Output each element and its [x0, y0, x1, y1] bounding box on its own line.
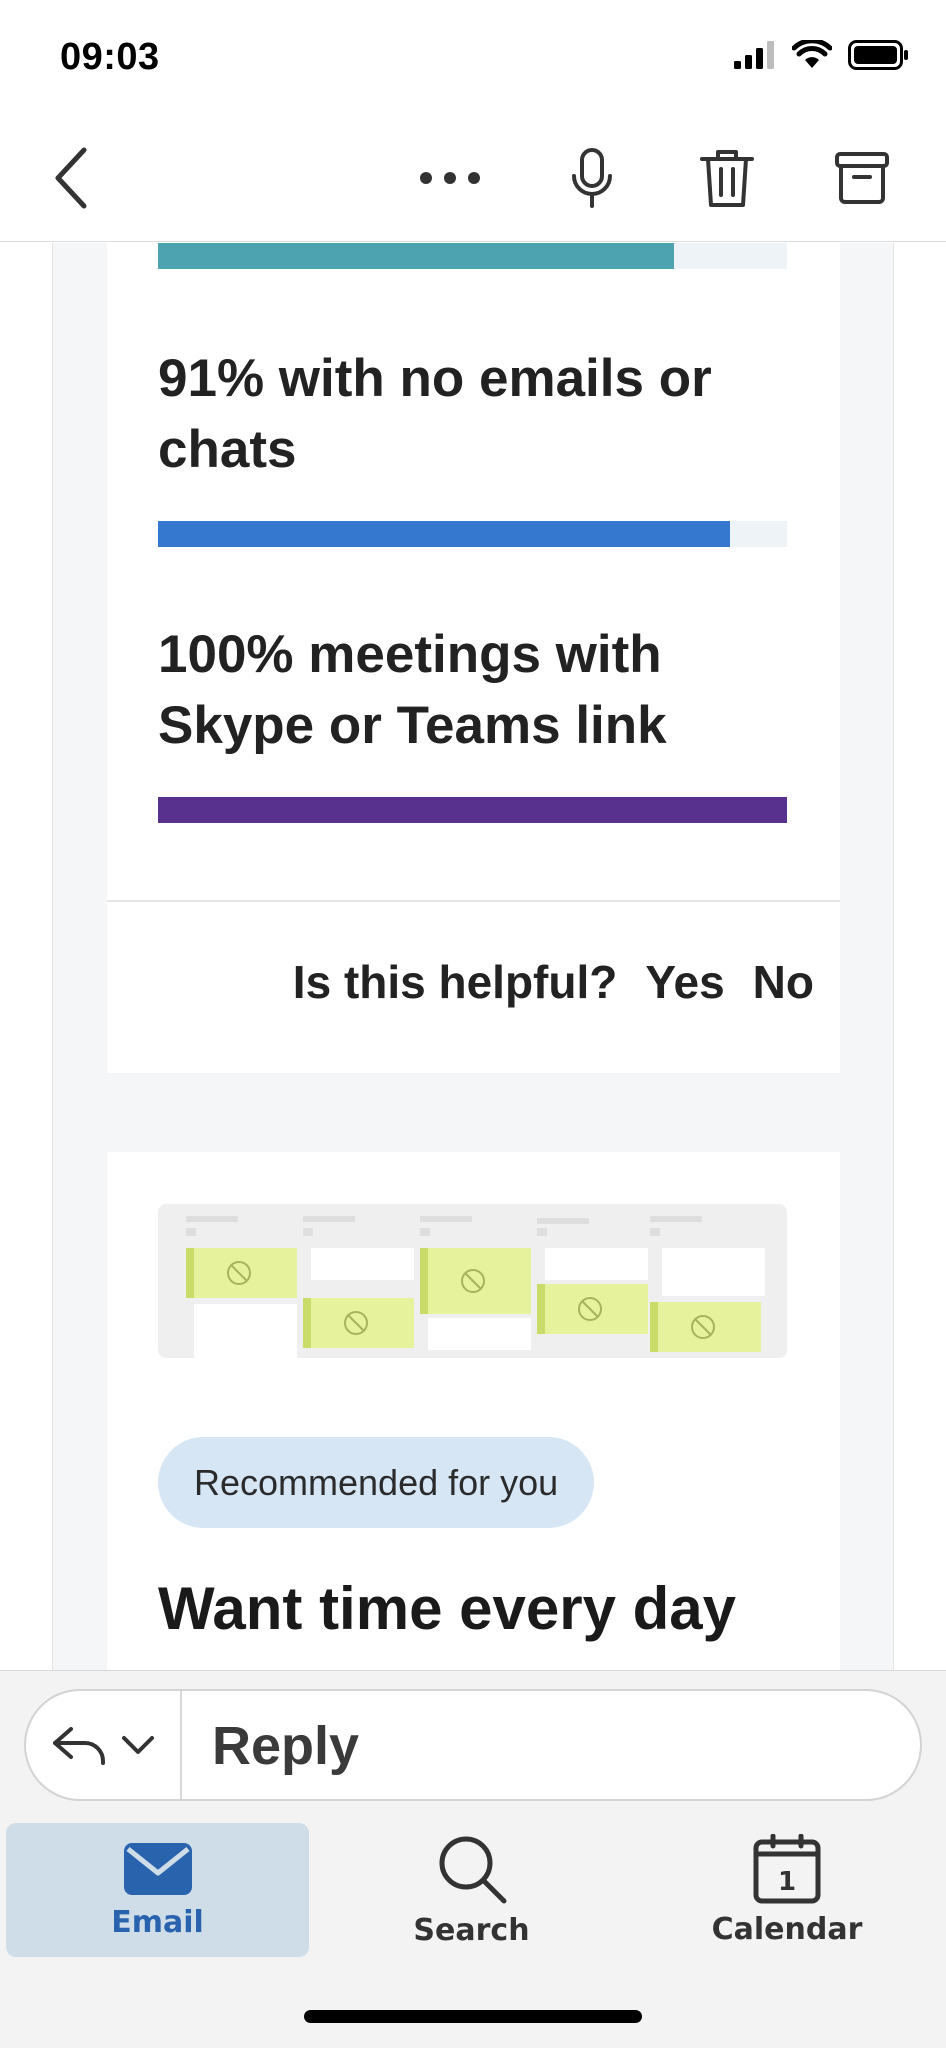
recommendation-card: Recommended for you Want time every day: [107, 1152, 840, 1670]
tab-search[interactable]: Search: [320, 1823, 623, 1957]
feedback-row: Is this helpful? Yes No: [293, 955, 814, 1009]
back-button[interactable]: [32, 138, 112, 218]
reply-label[interactable]: Reply: [212, 1715, 359, 1777]
clock: 09:03: [60, 36, 160, 78]
calendar-day-number: 1: [778, 1867, 796, 1897]
message-toolbar: [0, 118, 946, 242]
reply-bar[interactable]: Reply: [24, 1689, 922, 1801]
chevron-left-icon: [55, 147, 87, 209]
search-icon: [439, 1836, 506, 1903]
stat-bar-2: [158, 521, 787, 547]
more-icon: [420, 172, 480, 184]
battery-icon: [848, 40, 908, 70]
archive-icon: [835, 152, 889, 204]
tab-calendar[interactable]: 1 Calendar: [634, 1823, 940, 1957]
feedback-question: Is this helpful?: [292, 956, 618, 1008]
bottom-area: Reply Email Search 1 Calendar: [0, 1670, 946, 2048]
feedback-no-link[interactable]: No: [753, 955, 814, 1009]
tab-email-label: Email: [111, 1904, 204, 1940]
envelope-icon: [123, 1842, 192, 1895]
calendar-icon: 1: [753, 1833, 821, 1903]
stat-label-3: 100% meetings with Skype or Teams link: [158, 625, 667, 755]
signal-icon: [734, 41, 774, 69]
stat-bar-2-fill: [158, 521, 731, 547]
wifi-icon: [792, 40, 832, 68]
tab-calendar-label: Calendar: [711, 1911, 863, 1947]
archive-button[interactable]: [822, 138, 902, 218]
stat-bar-3-fill: [158, 797, 787, 823]
message-body: 91% with no emails or chats 100% meeting…: [0, 243, 946, 1670]
chevron-down-icon: [122, 1736, 154, 1754]
insights-card: 91% with no emails or chats 100% meeting…: [107, 243, 840, 1073]
stat-bar-3: [158, 797, 787, 823]
delete-button[interactable]: [687, 138, 767, 218]
status-bar: 09:03: [0, 0, 946, 118]
calendar-illustration: [158, 1204, 787, 1358]
divider: [107, 900, 840, 902]
stat-bar-1: [158, 243, 787, 269]
tab-email[interactable]: Email: [6, 1823, 309, 1957]
tab-bar: Email Search 1 Calendar: [0, 1823, 946, 1963]
feedback-yes-link[interactable]: Yes: [645, 955, 724, 1009]
stat-bar-1-fill: [158, 243, 674, 269]
more-button[interactable]: [410, 138, 490, 218]
tab-search-label: Search: [413, 1912, 530, 1948]
recommended-badge: Recommended for you: [158, 1437, 595, 1528]
home-indicator: [304, 2010, 642, 2023]
trash-icon: [700, 150, 754, 207]
microphone-icon: [572, 148, 612, 208]
reply-arrow-icon: [53, 1727, 105, 1765]
status-icons: [732, 40, 910, 70]
reply-options-button[interactable]: [26, 1691, 182, 1799]
dictate-button[interactable]: [552, 138, 632, 218]
recommendation-title: Want time every day: [158, 1575, 736, 1642]
stat-label-2: 91% with no emails or chats: [158, 349, 712, 479]
